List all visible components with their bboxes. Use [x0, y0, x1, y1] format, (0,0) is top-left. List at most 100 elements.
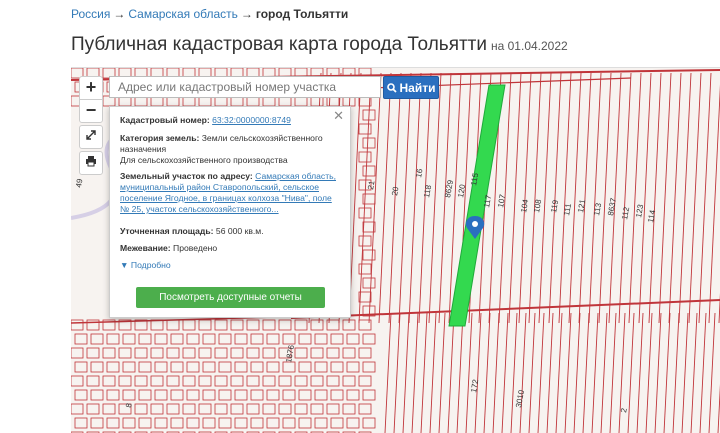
- map-lot: [218, 333, 232, 345]
- map-lot: [362, 249, 376, 261]
- map-parcel-line: [638, 72, 652, 324]
- cadastral-map[interactable]: 49 21 20 16 118 8629 120 115 117 107 104 108 119 111 1…: [71, 67, 720, 433]
- map-road: [290, 299, 720, 319]
- map-lot: [166, 319, 180, 331]
- map-lot: [214, 403, 228, 415]
- map-lot: [74, 417, 88, 429]
- find-button[interactable]: Найти: [383, 76, 439, 99]
- map-lot: [262, 375, 276, 387]
- map-parcel-line: [528, 312, 536, 433]
- map-parcel-label: 104: [519, 198, 530, 213]
- fullscreen-button[interactable]: [79, 125, 103, 149]
- map-lot: [74, 389, 88, 401]
- map-lot: [71, 375, 84, 387]
- map-parcel-line: [501, 312, 509, 433]
- map-lot: [282, 417, 296, 429]
- land-category-label: Категория земель:: [120, 133, 200, 143]
- map-lot: [202, 361, 216, 373]
- map-lot: [138, 389, 152, 401]
- map-lot: [246, 319, 260, 331]
- details-toggle[interactable]: ▼ Подробно: [120, 260, 171, 270]
- map-lot: [182, 319, 196, 331]
- map-parcel-label: 118: [422, 184, 433, 199]
- map-parcel-label: 1876: [284, 344, 296, 364]
- breadcrumb-link-samara[interactable]: Самарская область: [128, 7, 238, 21]
- map-parcel-label: 2: [619, 407, 629, 413]
- map-parcel-line: [447, 312, 455, 433]
- map-lot: [326, 347, 340, 359]
- view-reports-button[interactable]: Посмотреть доступные отчеты: [136, 287, 325, 308]
- map-parcel-line: [483, 312, 491, 433]
- map-lot: [362, 277, 376, 289]
- map-lot: [86, 347, 100, 359]
- map-lot: [74, 333, 88, 345]
- map-parcel-line: [388, 72, 402, 324]
- zoom-in-button[interactable]: +: [80, 77, 102, 99]
- map-parcel-line: [564, 312, 572, 433]
- map-parcel-line: [672, 312, 680, 433]
- print-button[interactable]: [79, 151, 103, 175]
- land-use-value: Для сельскохозяйственного производства: [120, 155, 288, 165]
- map-lot: [326, 403, 340, 415]
- map-parcel-line: [384, 312, 392, 433]
- map-lot: [230, 319, 244, 331]
- map-parcel-line: [456, 312, 464, 433]
- map-lot: [266, 361, 280, 373]
- map-parcel-line: [546, 312, 554, 433]
- map-lot: [330, 389, 344, 401]
- area-value: 56 000 кв.м.: [215, 226, 264, 236]
- map-lot: [266, 333, 280, 345]
- map-lot: [138, 333, 152, 345]
- map-lot: [198, 319, 212, 331]
- map-lot: [346, 389, 360, 401]
- map-parcel-line: [474, 312, 482, 433]
- breadcrumb-separator: →: [113, 7, 126, 21]
- map-lot: [214, 375, 228, 387]
- map-lot: [90, 333, 104, 345]
- map-lot: [310, 347, 324, 359]
- map-lot: [154, 417, 168, 429]
- printer-icon: [86, 156, 96, 167]
- map-lot: [182, 347, 196, 359]
- map-parcel-line: [618, 72, 632, 324]
- map-lot: [90, 389, 104, 401]
- map-lot: [202, 333, 216, 345]
- map-parcel-label: 8637: [606, 197, 618, 217]
- search-input[interactable]: [109, 76, 381, 98]
- map-lot: [186, 333, 200, 345]
- parcel-popup: ✕ Кадастровый номер: 63:32:0000000:8749 …: [109, 106, 351, 318]
- map-lot: [362, 389, 376, 401]
- map-lot: [330, 417, 344, 429]
- map-lot: [294, 347, 308, 359]
- map-lot: [234, 333, 248, 345]
- area-label: Уточненная площадь:: [120, 226, 214, 236]
- map-lot: [362, 333, 376, 345]
- map-parcel-label: 113: [592, 202, 603, 217]
- map-lot: [102, 375, 116, 387]
- page-date: на 01.04.2022: [491, 39, 568, 53]
- page-title-text: Публичная кадастровая карта города Толья…: [71, 34, 487, 55]
- cad-number-link[interactable]: 63:32:0000000:8749: [212, 115, 291, 125]
- zoom-out-button[interactable]: −: [80, 99, 102, 122]
- map-parcel-line: [658, 72, 672, 324]
- map-parcel-line: [548, 72, 562, 324]
- map-lot: [330, 361, 344, 373]
- map-lot: [298, 417, 312, 429]
- map-lot: [106, 417, 120, 429]
- map-lot: [170, 417, 184, 429]
- map-parcel-label: 108: [532, 198, 543, 213]
- map-lot: [358, 263, 372, 275]
- map-lot: [134, 347, 148, 359]
- map-parcel-line: [582, 312, 590, 433]
- map-lot: [342, 375, 356, 387]
- map-parcel-label: 8629: [443, 179, 455, 199]
- map-parcel-line: [654, 312, 662, 433]
- map-lot: [218, 417, 232, 429]
- map-lot: [346, 417, 360, 429]
- map-parcel-line: [681, 312, 689, 433]
- map-parcel-line: [627, 312, 635, 433]
- breadcrumb-link-russia[interactable]: Россия: [71, 7, 110, 21]
- map-lot: [314, 389, 328, 401]
- map-lot: [154, 389, 168, 401]
- map-lot: [74, 361, 88, 373]
